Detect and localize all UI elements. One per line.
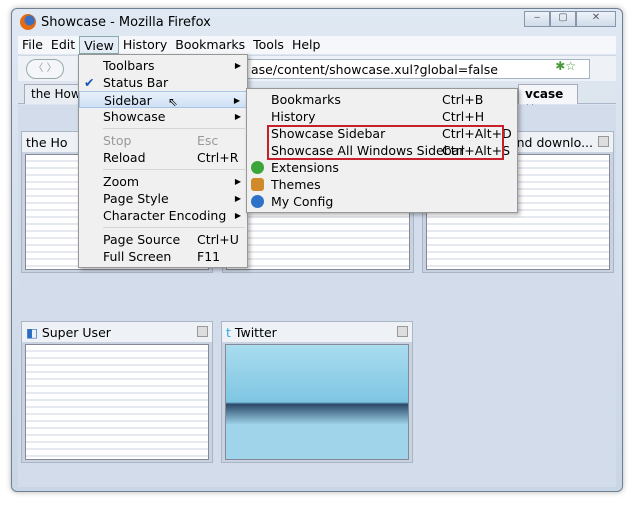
menu-label: Status Bar [103, 75, 169, 90]
menu-label: Full Screen [103, 249, 172, 264]
menu-help[interactable]: Help [288, 36, 325, 54]
menu-item-full-screen[interactable]: Full Screen F11 [79, 248, 247, 265]
my-config-icon [251, 195, 264, 208]
menu-item-my-config[interactable]: My Config [247, 193, 517, 210]
menubar: File Edit View History Bookmarks Tools H… [18, 36, 616, 54]
menu-item-history[interactable]: History Ctrl+H [247, 108, 517, 125]
menu-shortcut: Ctrl+H [442, 109, 485, 124]
chevron-right-icon: ▶ [234, 112, 241, 121]
twitter-icon: t [226, 324, 231, 340]
chevron-right-icon: ▶ [233, 96, 240, 105]
menu-item-reload[interactable]: Reload Ctrl+R [79, 149, 247, 166]
menu-label: My Config [271, 194, 334, 209]
window-title: Showcase - Mozilla Firefox [41, 14, 211, 30]
back-forward-buttons[interactable]: 〈 〉 [26, 59, 64, 79]
menu-label: Extensions [271, 160, 339, 175]
menu-label: Toolbars [103, 58, 155, 73]
firefox-icon [20, 14, 36, 30]
maximize-button[interactable]: ▢ [550, 11, 576, 27]
menu-item-extensions[interactable]: Extensions [247, 159, 517, 176]
menu-label: History [271, 109, 316, 124]
close-button[interactable]: ✕ [576, 11, 616, 27]
page-preview [25, 344, 209, 460]
menu-item-zoom[interactable]: Zoom ▶ [79, 173, 247, 190]
menu-item-bookmarks[interactable]: Bookmarks Ctrl+B [247, 91, 517, 108]
menu-item-themes[interactable]: Themes [247, 176, 517, 193]
menu-separator [103, 128, 245, 129]
menu-separator [103, 227, 245, 228]
highlight-box [267, 125, 504, 160]
menu-view[interactable]: View [79, 36, 119, 54]
page-preview [225, 344, 409, 460]
menu-tools[interactable]: Tools [249, 36, 288, 54]
thumbnail-title: Super User [41, 324, 111, 340]
menu-item-page-style[interactable]: Page Style ▶ [79, 190, 247, 207]
chevron-right-icon: ▶ [234, 211, 241, 220]
tab-showcase[interactable]: vcase × [518, 84, 578, 115]
menu-item-page-source[interactable]: Page Source Ctrl+U [79, 231, 247, 248]
menu-label: Themes [271, 177, 321, 192]
superuser-icon: ◧ [26, 324, 38, 340]
menu-shortcut: Ctrl+U [197, 232, 239, 247]
menu-shortcut: F11 [197, 249, 221, 264]
close-thumbnail-icon[interactable] [397, 326, 408, 337]
chevron-right-icon: ▶ [234, 177, 241, 186]
menu-label: Showcase [103, 109, 166, 124]
menu-history[interactable]: History [119, 36, 171, 54]
tab-label: vcase [525, 87, 564, 101]
menu-label: Page Style [103, 191, 169, 206]
tab-label: the How [31, 87, 81, 101]
menu-separator [103, 169, 245, 170]
view-menu: Toolbars ▶ ✔ Status Bar Sidebar ▶ ⇖ Showcase… [78, 54, 248, 268]
menu-edit[interactable]: Edit [47, 36, 79, 54]
thumbnail-title: and downlo... [508, 134, 593, 150]
menu-file[interactable]: File [18, 36, 47, 54]
menu-item-sidebar[interactable]: Sidebar ▶ ⇖ [79, 91, 247, 109]
minimize-button[interactable]: ‒ [524, 11, 550, 27]
menu-label: Reload [103, 150, 146, 165]
menu-label: Zoom [103, 174, 140, 189]
thumbnail-twitter[interactable]: t Twitter [221, 321, 413, 463]
menu-label: Page Source [103, 232, 181, 247]
menu-label: Sidebar [104, 93, 152, 108]
menu-shortcut: Ctrl+B [442, 92, 484, 107]
menu-bookmarks[interactable]: Bookmarks [171, 36, 249, 54]
thumbnail-superuser[interactable]: ◧ Super User [21, 321, 213, 463]
bookmark-star-icon[interactable]: ✱☆ [555, 59, 576, 73]
close-thumbnail-icon[interactable] [197, 326, 208, 337]
thumbnail-title: Twitter [234, 324, 277, 340]
menu-label: Character Encoding [103, 208, 227, 223]
themes-icon [251, 178, 264, 191]
close-thumbnail-icon[interactable] [598, 136, 609, 147]
menu-item-toolbars[interactable]: Toolbars ▶ [79, 57, 247, 74]
thumbnail-title: the Ho [26, 134, 68, 150]
extensions-icon [251, 161, 264, 174]
chevron-right-icon: ▶ [234, 194, 241, 203]
menu-item-status-bar[interactable]: ✔ Status Bar [79, 74, 247, 91]
chevron-right-icon: ▶ [234, 61, 241, 70]
menu-shortcut: Ctrl+R [197, 150, 239, 165]
menu-item-showcase[interactable]: Showcase ▶ [79, 108, 247, 125]
menu-label: Bookmarks [271, 92, 341, 107]
menu-item-stop: Stop Esc [79, 132, 247, 149]
checkmark-icon: ✔ [84, 75, 95, 90]
menu-label: Stop [103, 133, 132, 148]
menu-shortcut: Esc [197, 133, 219, 148]
title-bar: Showcase - Mozilla Firefox [20, 14, 211, 30]
sidebar-submenu: Bookmarks Ctrl+B History Ctrl+H Showcase S… [246, 88, 518, 213]
menu-item-character-encoding[interactable]: Character Encoding ▶ [79, 207, 247, 224]
